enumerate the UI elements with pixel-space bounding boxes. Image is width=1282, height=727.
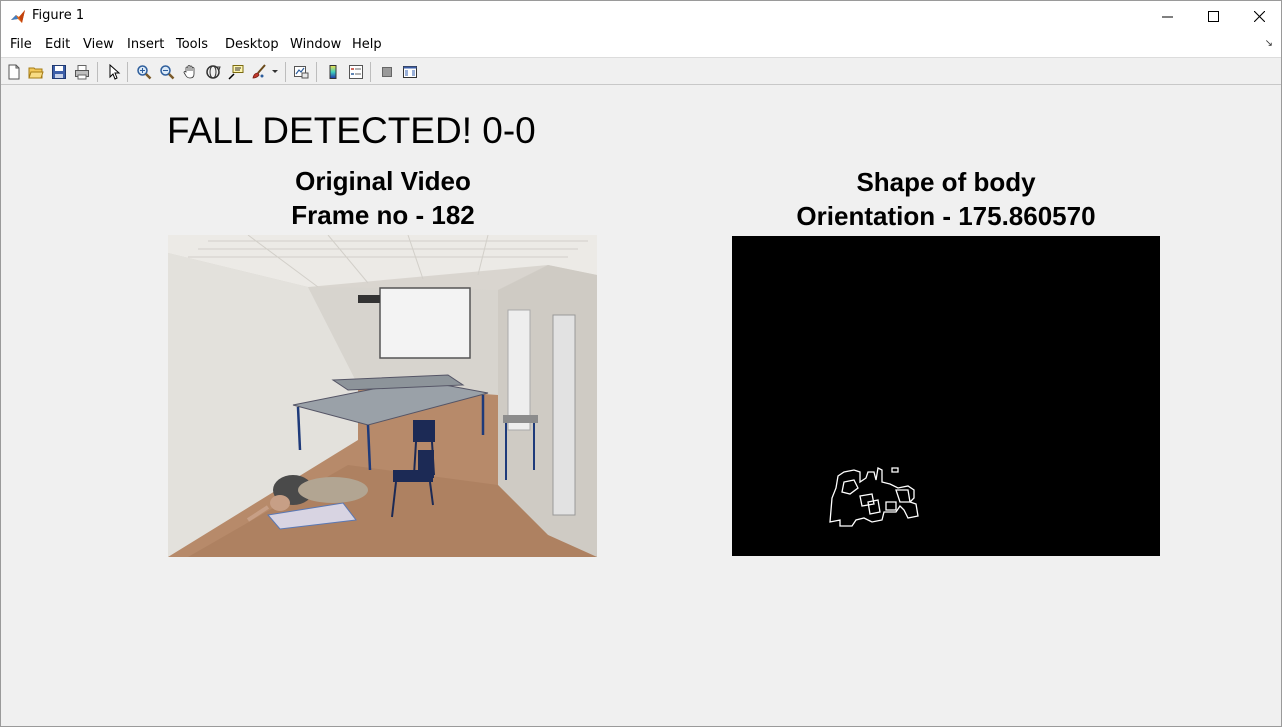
toolbar-separator xyxy=(285,62,286,82)
show-plot-tools-icon xyxy=(403,66,417,78)
colorbar-icon xyxy=(329,65,337,79)
matlab-logo-icon xyxy=(11,10,25,23)
new-figure-button[interactable] xyxy=(5,63,23,81)
left-axis-title-line1: Original Video xyxy=(295,166,471,196)
edit-plot-button[interactable] xyxy=(105,63,123,81)
save-icon xyxy=(52,65,66,79)
save-figure-button[interactable] xyxy=(50,63,68,81)
hide-plot-tools-icon xyxy=(382,67,392,77)
menu-insert[interactable]: Insert xyxy=(127,37,164,52)
rotate-3d-icon xyxy=(206,65,221,79)
print-icon xyxy=(75,65,89,80)
video-frame-image xyxy=(168,235,597,557)
brush-icon xyxy=(252,64,266,79)
close-icon xyxy=(1253,11,1265,22)
print-figure-button[interactable] xyxy=(73,63,91,81)
right-axis-title-line2: Orientation - 175.860570 xyxy=(796,201,1096,231)
hand-icon xyxy=(183,65,195,79)
menu-file[interactable]: File xyxy=(10,37,32,52)
toolbar-separator xyxy=(97,62,98,82)
open-folder-icon xyxy=(28,67,44,79)
menu-edit[interactable]: Edit xyxy=(45,37,70,52)
original-video-frame xyxy=(168,235,597,557)
fall-detected-text: FALL DETECTED! 0-0 xyxy=(167,110,536,151)
hide-plot-tools-button[interactable] xyxy=(378,63,396,81)
minimize-icon xyxy=(1161,16,1173,18)
toolbar-separator xyxy=(370,62,371,82)
minimize-button[interactable] xyxy=(1144,1,1190,32)
data-cursor-button[interactable] xyxy=(227,63,245,81)
right-axis-title-line1: Shape of body xyxy=(856,167,1036,197)
new-figure-icon xyxy=(8,64,20,80)
open-file-button[interactable] xyxy=(27,63,45,81)
link-plot-button[interactable] xyxy=(292,63,310,81)
show-plot-tools-button[interactable] xyxy=(401,63,419,81)
menu-bar: File Edit View Insert Tools Desktop Wind… xyxy=(1,32,1281,57)
legend-icon xyxy=(349,65,363,79)
data-cursor-icon xyxy=(228,65,244,80)
maximize-icon xyxy=(1207,11,1219,22)
pointer-arrow-icon xyxy=(109,64,121,80)
figure-toolbar xyxy=(1,57,1281,85)
toolbar-separator xyxy=(316,62,317,82)
dock-arrow-icon[interactable]: ↘ xyxy=(1265,38,1273,49)
brush-button[interactable] xyxy=(250,63,268,81)
title-bar: Figure 1 xyxy=(1,1,1281,32)
rotate-3d-button[interactable] xyxy=(204,63,222,81)
menu-tools[interactable]: Tools xyxy=(176,37,208,52)
brush-dropdown[interactable] xyxy=(269,63,281,81)
left-axis-title-line2: Frame no - 182 xyxy=(291,200,475,230)
close-button[interactable] xyxy=(1236,1,1282,32)
body-contour-image xyxy=(829,467,919,527)
insert-legend-button[interactable] xyxy=(347,63,365,81)
dropdown-arrow-icon xyxy=(272,70,278,73)
window-title: Figure 1 xyxy=(32,8,85,23)
zoom-out-button[interactable] xyxy=(158,63,176,81)
zoom-out-icon xyxy=(160,65,175,80)
toolbar-separator xyxy=(127,62,128,82)
menu-window[interactable]: Window xyxy=(290,37,341,52)
shape-of-body-frame xyxy=(732,236,1160,556)
pan-button[interactable] xyxy=(181,63,199,81)
zoom-in-icon xyxy=(137,65,152,80)
menu-view[interactable]: View xyxy=(83,37,114,52)
menu-desktop[interactable]: Desktop xyxy=(225,37,279,52)
link-plot-icon xyxy=(294,66,309,79)
insert-colorbar-button[interactable] xyxy=(324,63,342,81)
menu-help[interactable]: Help xyxy=(352,37,382,52)
maximize-button[interactable] xyxy=(1190,1,1236,32)
figure-window: Figure 1 File Edit View Insert Tools Des… xyxy=(0,0,1282,727)
zoom-in-button[interactable] xyxy=(135,63,153,81)
